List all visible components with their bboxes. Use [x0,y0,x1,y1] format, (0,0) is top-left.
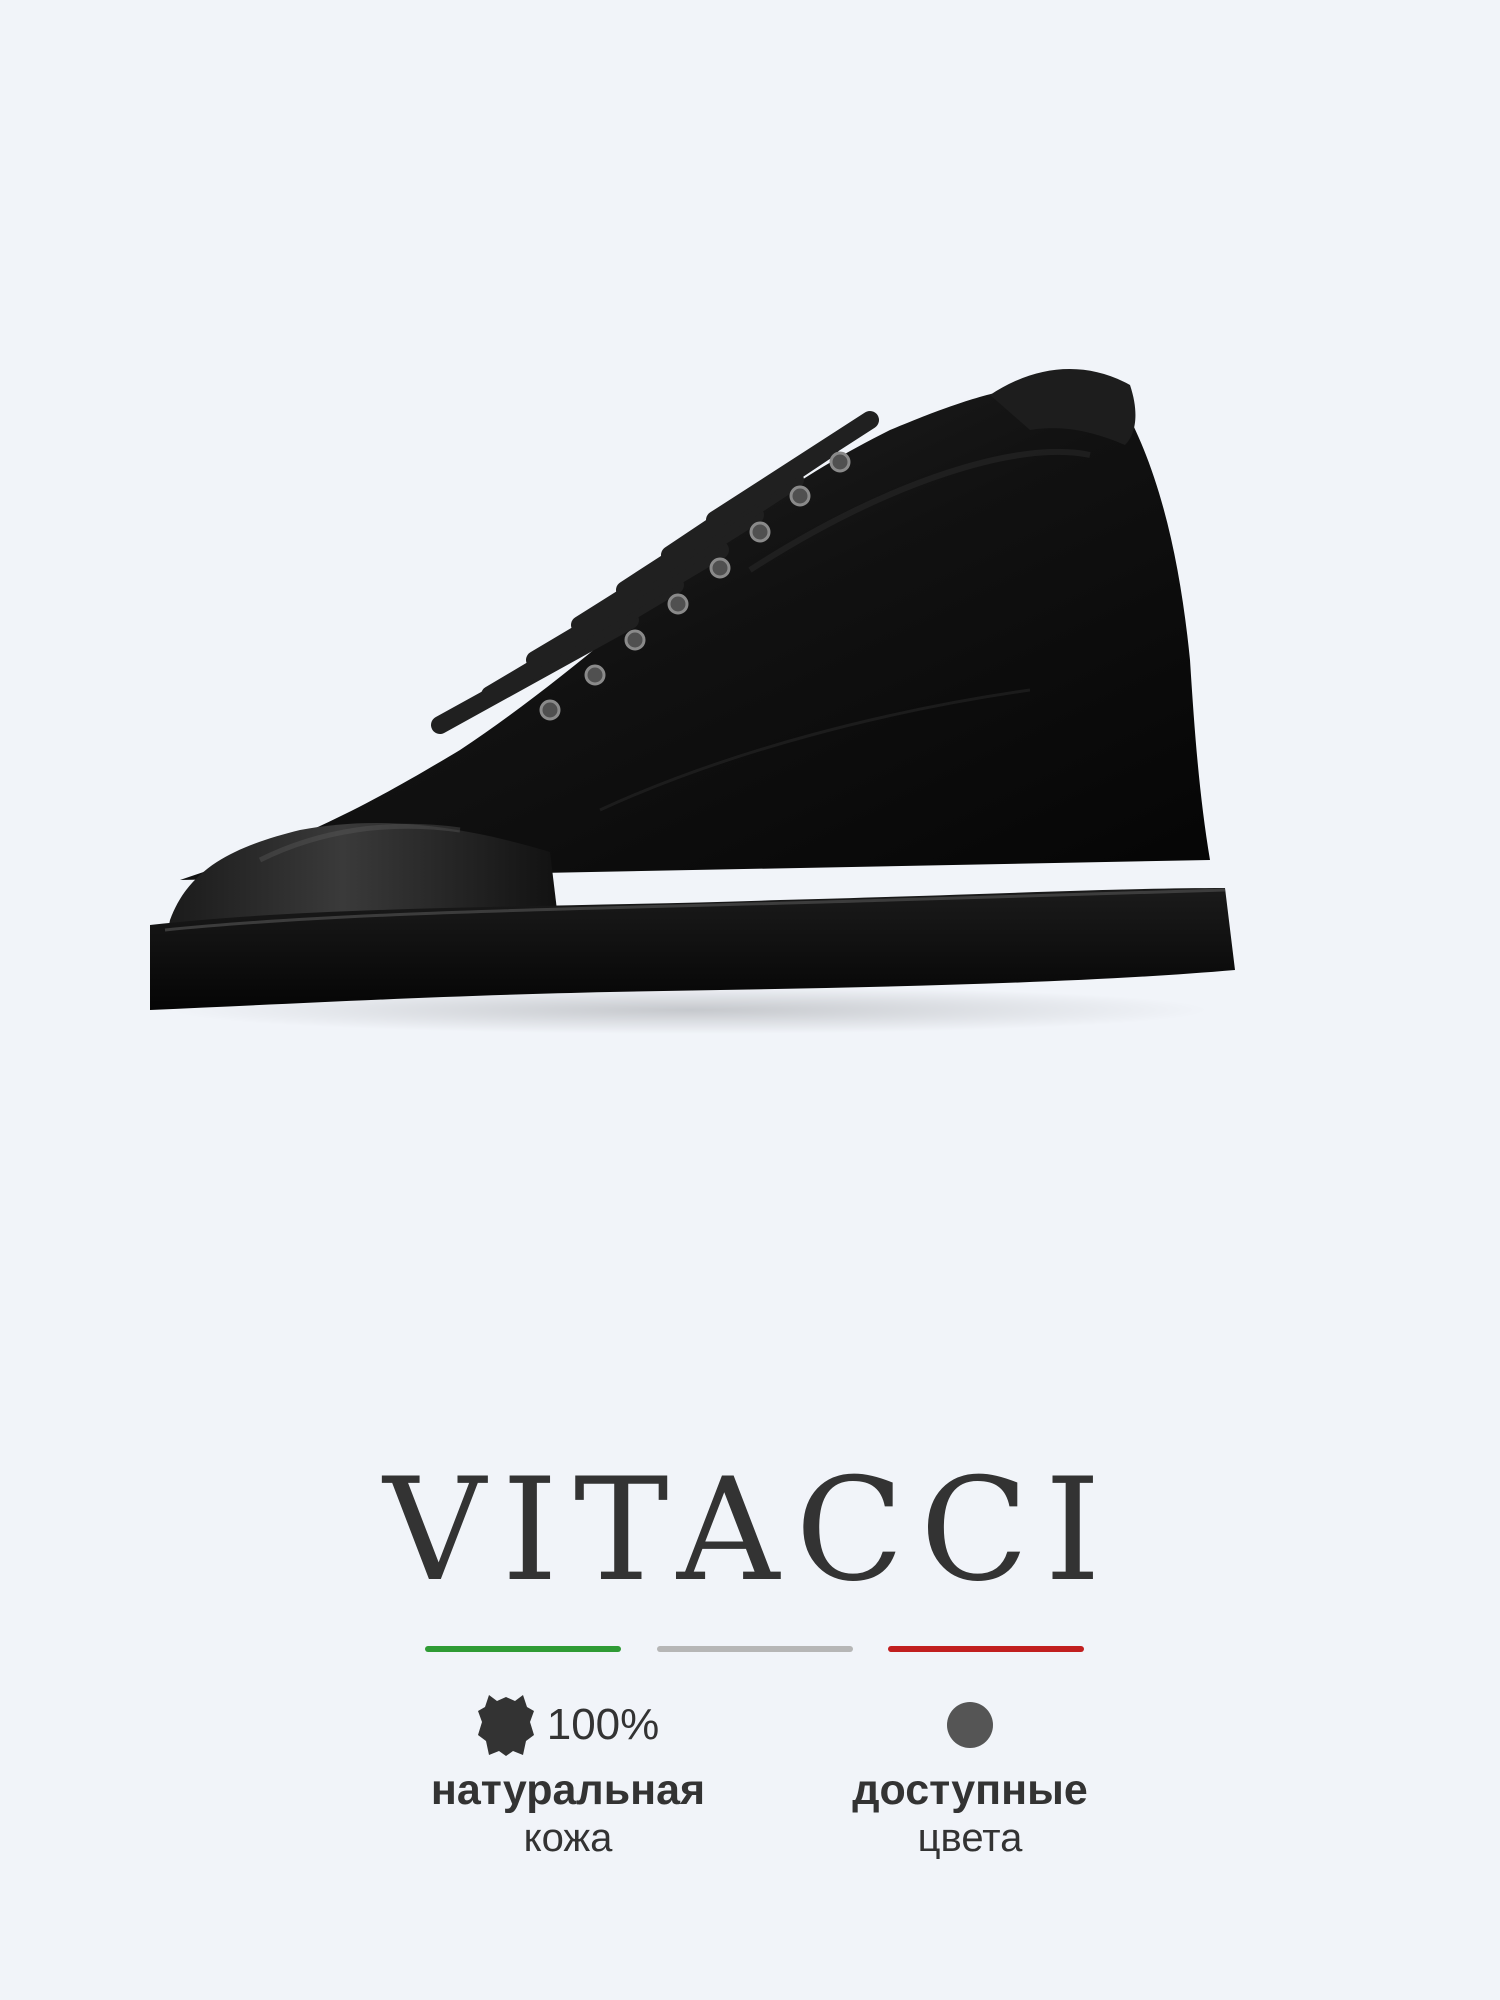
color-dot-icon [947,1702,993,1748]
italian-flag-red-line [888,1646,1084,1652]
brand-logo: VITACCI [383,1448,1117,1613]
feature-natural-leather-head: 100% [358,1690,778,1760]
feature-available-colors: доступные цвета [760,1690,1180,1859]
product-image [150,368,1235,1034]
shoe-upper [180,383,1210,880]
feature-natural-leather-subtitle: кожа [523,1816,613,1861]
italian-flag-white-line [657,1646,853,1652]
feature-available-colors-subtitle: цвета [917,1816,1023,1861]
feature-natural-leather: 100% натуральная кожа [358,1690,778,1859]
feature-natural-leather-title: натуральная [430,1766,706,1814]
leather-hide-icon [477,1695,534,1756]
leather-percent: 100% [546,1700,660,1749]
italian-flag-green-line [425,1646,621,1652]
feature-available-colors-title: доступные [852,1766,1088,1814]
feature-available-colors-head [760,1690,1180,1760]
